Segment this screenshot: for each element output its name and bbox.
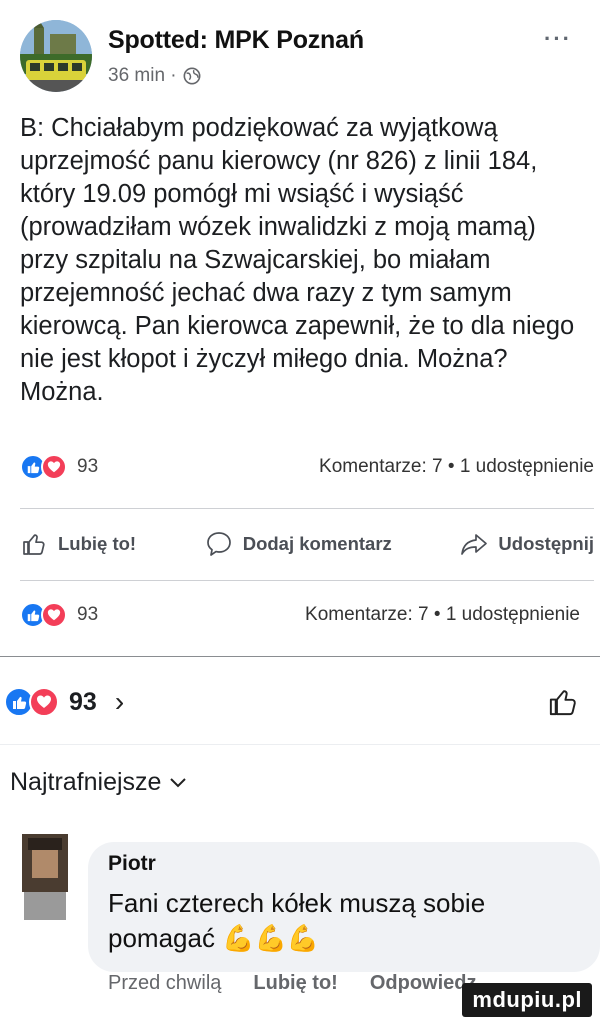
chevron-down-icon <box>170 777 187 787</box>
comment-author[interactable]: Piotr <box>108 852 156 876</box>
comments-shares-stats[interactable]: Komentarze: 7 • 1 udostępnienie <box>319 456 594 478</box>
comment-actions: Przed chwilą Lubię to! Odpowiedz <box>108 972 477 995</box>
more-options-button[interactable]: ··· <box>544 26 572 52</box>
like-button[interactable]: Lubię to! <box>20 530 136 558</box>
reaction-summary[interactable]: 93 Komentarze: 7 • 1 udostępnienie <box>20 450 594 484</box>
globe-icon <box>183 67 201 85</box>
page-avatar[interactable] <box>20 20 92 92</box>
share-arrow-icon <box>461 534 488 555</box>
reaction-count: 93 <box>77 456 99 477</box>
comment-bubble-icon <box>206 532 231 556</box>
post-header: Spotted: MPK Poznań 36 min · ··· <box>20 16 580 92</box>
reaction-count-large[interactable]: 93 <box>69 688 97 717</box>
comment-text: Fani czterech kółek muszą sobie pomagać … <box>108 888 486 953</box>
comment-like-button[interactable]: Lubię to! <box>253 972 337 995</box>
reaction-summary-repeat[interactable]: 93 Komentarze: 7 • 1 udostępnienie <box>20 598 594 632</box>
love-reaction-icon <box>29 687 59 717</box>
share-button[interactable]: Udostępnij <box>460 530 594 558</box>
comment-sort-dropdown[interactable]: Najtrafniejsze <box>10 768 187 797</box>
watermark-logo: mdupiu.pl <box>462 983 592 1017</box>
comment-time[interactable]: Przed chwilą <box>108 972 221 995</box>
divider <box>0 744 600 745</box>
reaction-count: 93 <box>77 604 99 625</box>
comment-button[interactable]: Dodaj komentarz <box>205 530 392 558</box>
reaction-icons <box>20 454 67 480</box>
thumbs-up-icon <box>23 534 45 555</box>
sort-label: Najtrafniejsze <box>10 768 162 796</box>
share-button-label: Udostępnij <box>498 533 594 554</box>
post-meta: 36 min · <box>108 65 201 87</box>
post-text: B: Chciałabym podziękować za wyjątkową u… <box>20 114 575 406</box>
reaction-icons <box>4 687 59 717</box>
comment-reply-button[interactable]: Odpowiedz <box>370 972 477 995</box>
divider <box>20 508 594 509</box>
reactions-bar: 93 › <box>0 680 600 724</box>
comments-shares-stats[interactable]: Komentarze: 7 • 1 udostępnienie <box>305 604 580 626</box>
commenter-avatar[interactable] <box>18 828 72 920</box>
divider <box>0 656 600 657</box>
post-time[interactable]: 36 min · <box>108 65 177 87</box>
love-reaction-icon <box>41 454 67 480</box>
page-name[interactable]: Spotted: MPK Poznań <box>108 26 364 55</box>
divider <box>20 580 594 581</box>
love-reaction-icon <box>41 602 67 628</box>
like-button-label: Lubię to! <box>58 533 137 554</box>
action-bar: Lubię to! Dodaj komentarz Udostępnij <box>20 520 594 568</box>
chevron-right-icon[interactable]: › <box>115 686 124 718</box>
reaction-icons <box>20 602 67 628</box>
comment-button-label: Dodaj komentarz <box>242 533 392 554</box>
thumbs-up-icon[interactable] <box>546 685 580 719</box>
